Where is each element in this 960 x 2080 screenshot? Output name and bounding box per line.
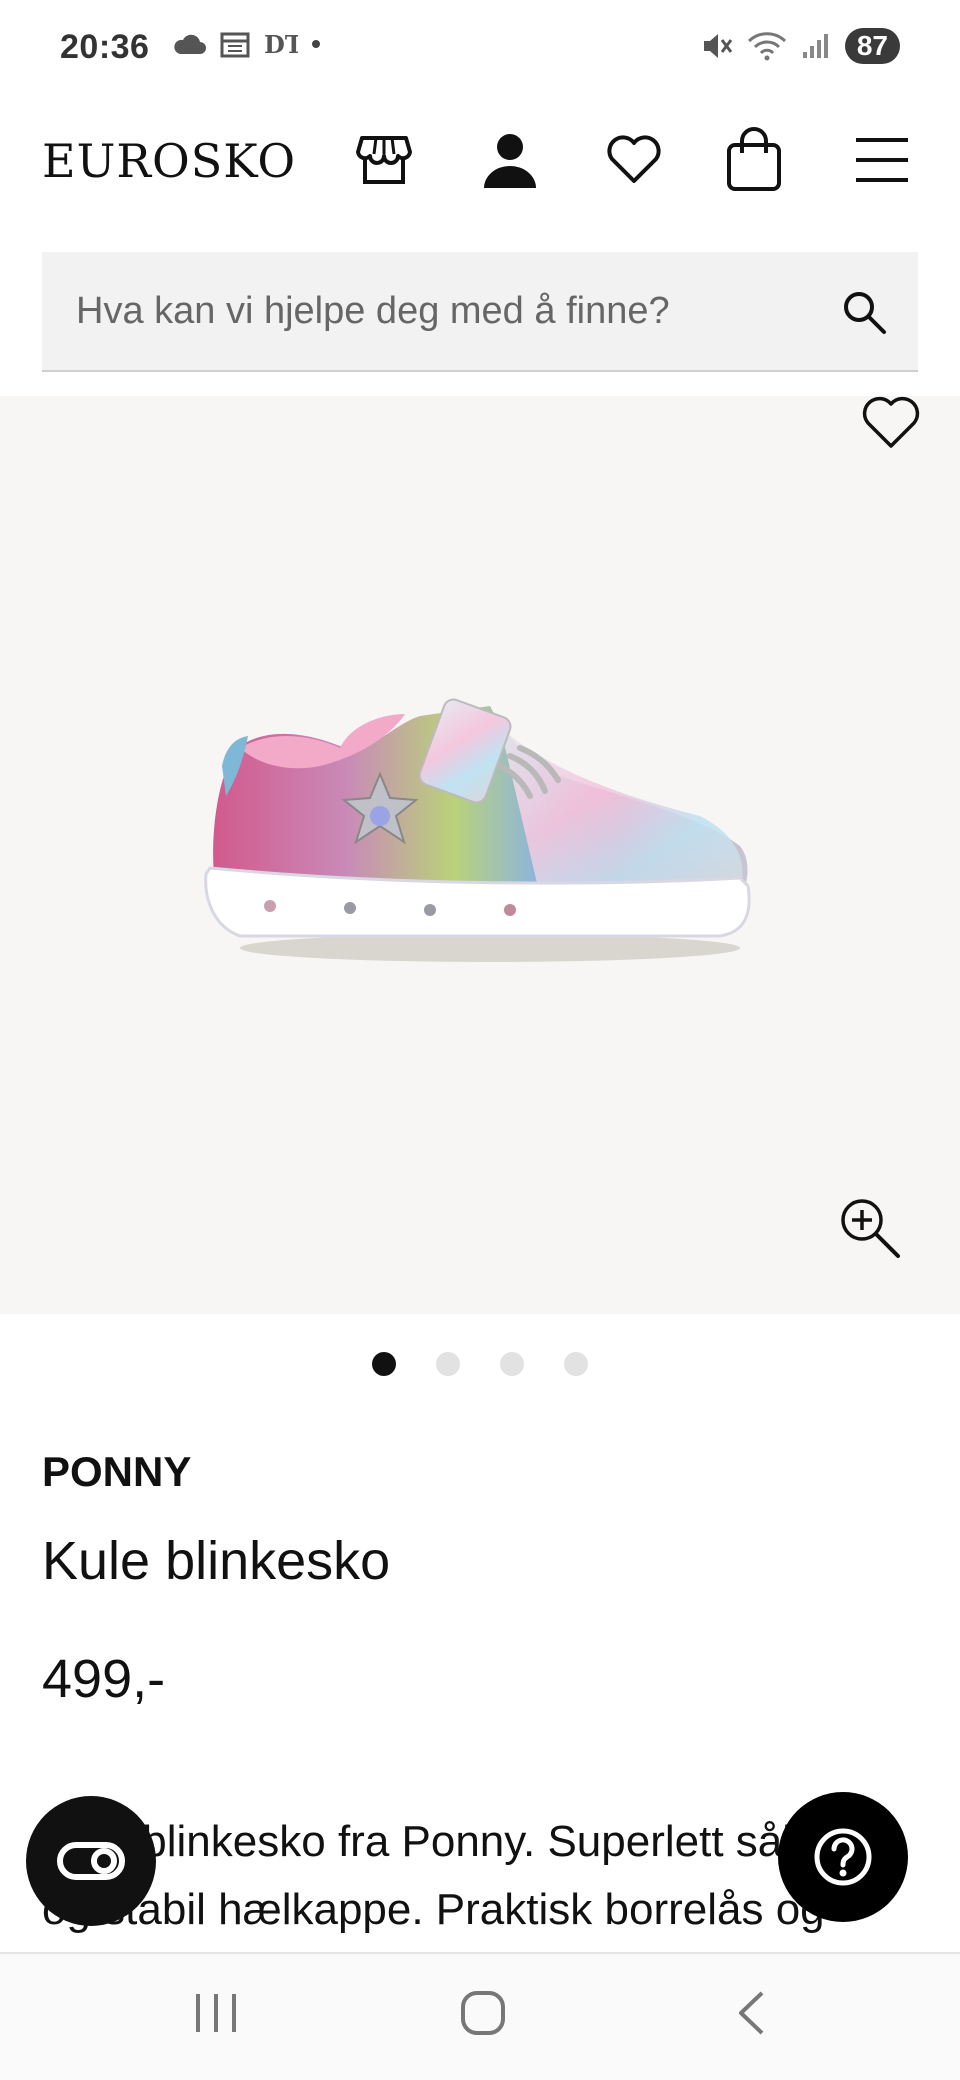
store-icon[interactable]: [352, 128, 416, 192]
product-image-gallery[interactable]: [0, 396, 960, 1314]
wifi-icon: [747, 32, 786, 61]
search-icon[interactable]: [840, 288, 888, 341]
home-icon[interactable]: [460, 1990, 506, 2041]
newspaper-icon: DT: [264, 30, 298, 58]
account-icon[interactable]: [478, 128, 542, 192]
wishlist-icon[interactable]: [602, 128, 666, 192]
cart-icon[interactable]: [722, 127, 786, 192]
status-right-icons: 87: [701, 28, 900, 64]
pagination-dot-1[interactable]: [372, 1352, 396, 1376]
system-navigation-bar: [0, 1952, 960, 2080]
back-icon[interactable]: [736, 1990, 766, 2041]
cloud-icon: [174, 34, 206, 54]
toggle-icon: [57, 1842, 125, 1880]
menu-icon[interactable]: [850, 128, 914, 192]
accessibility-toggle-button[interactable]: [26, 1796, 156, 1926]
pagination-dot-3[interactable]: [500, 1352, 524, 1376]
mute-icon: [703, 34, 733, 58]
product-price: 499,-: [42, 1649, 166, 1709]
status-left-icons: DT: [172, 30, 320, 58]
signal-icon: [802, 34, 828, 58]
battery-indicator: 87: [844, 28, 900, 64]
product-image-shoe: [204, 698, 751, 962]
help-question-icon: [814, 1828, 872, 1886]
search-bar[interactable]: Hva kan vi hjelpe deg med å finne?: [42, 252, 918, 372]
zoom-in-icon[interactable]: [838, 1196, 902, 1265]
product-name: Kule blinkesko: [42, 1531, 391, 1591]
add-to-wishlist-heart-icon[interactable]: [862, 396, 920, 455]
calendar-icon: [220, 32, 250, 58]
gallery-pagination: [0, 1352, 960, 1376]
pagination-dot-2[interactable]: [436, 1352, 460, 1376]
notification-dot-icon: [312, 40, 320, 48]
recent-apps-icon[interactable]: [194, 1990, 238, 2041]
svg-text:DT: DT: [264, 30, 298, 58]
search-input[interactable]: Hva kan vi hjelpe deg med å finne?: [76, 290, 670, 333]
status-bar: 20:36 DT 87: [0, 0, 960, 100]
product-brand[interactable]: PONNY: [42, 1448, 191, 1496]
eurosko-logo[interactable]: EUROSKO: [42, 134, 296, 188]
help-button[interactable]: [778, 1792, 908, 1922]
status-time: 20:36: [60, 28, 150, 66]
product-description: Kule blinkesko fra Ponny. Superlett såle…: [42, 1817, 825, 1934]
site-header: EUROSKO: [0, 120, 960, 200]
pagination-dot-4[interactable]: [564, 1352, 588, 1376]
